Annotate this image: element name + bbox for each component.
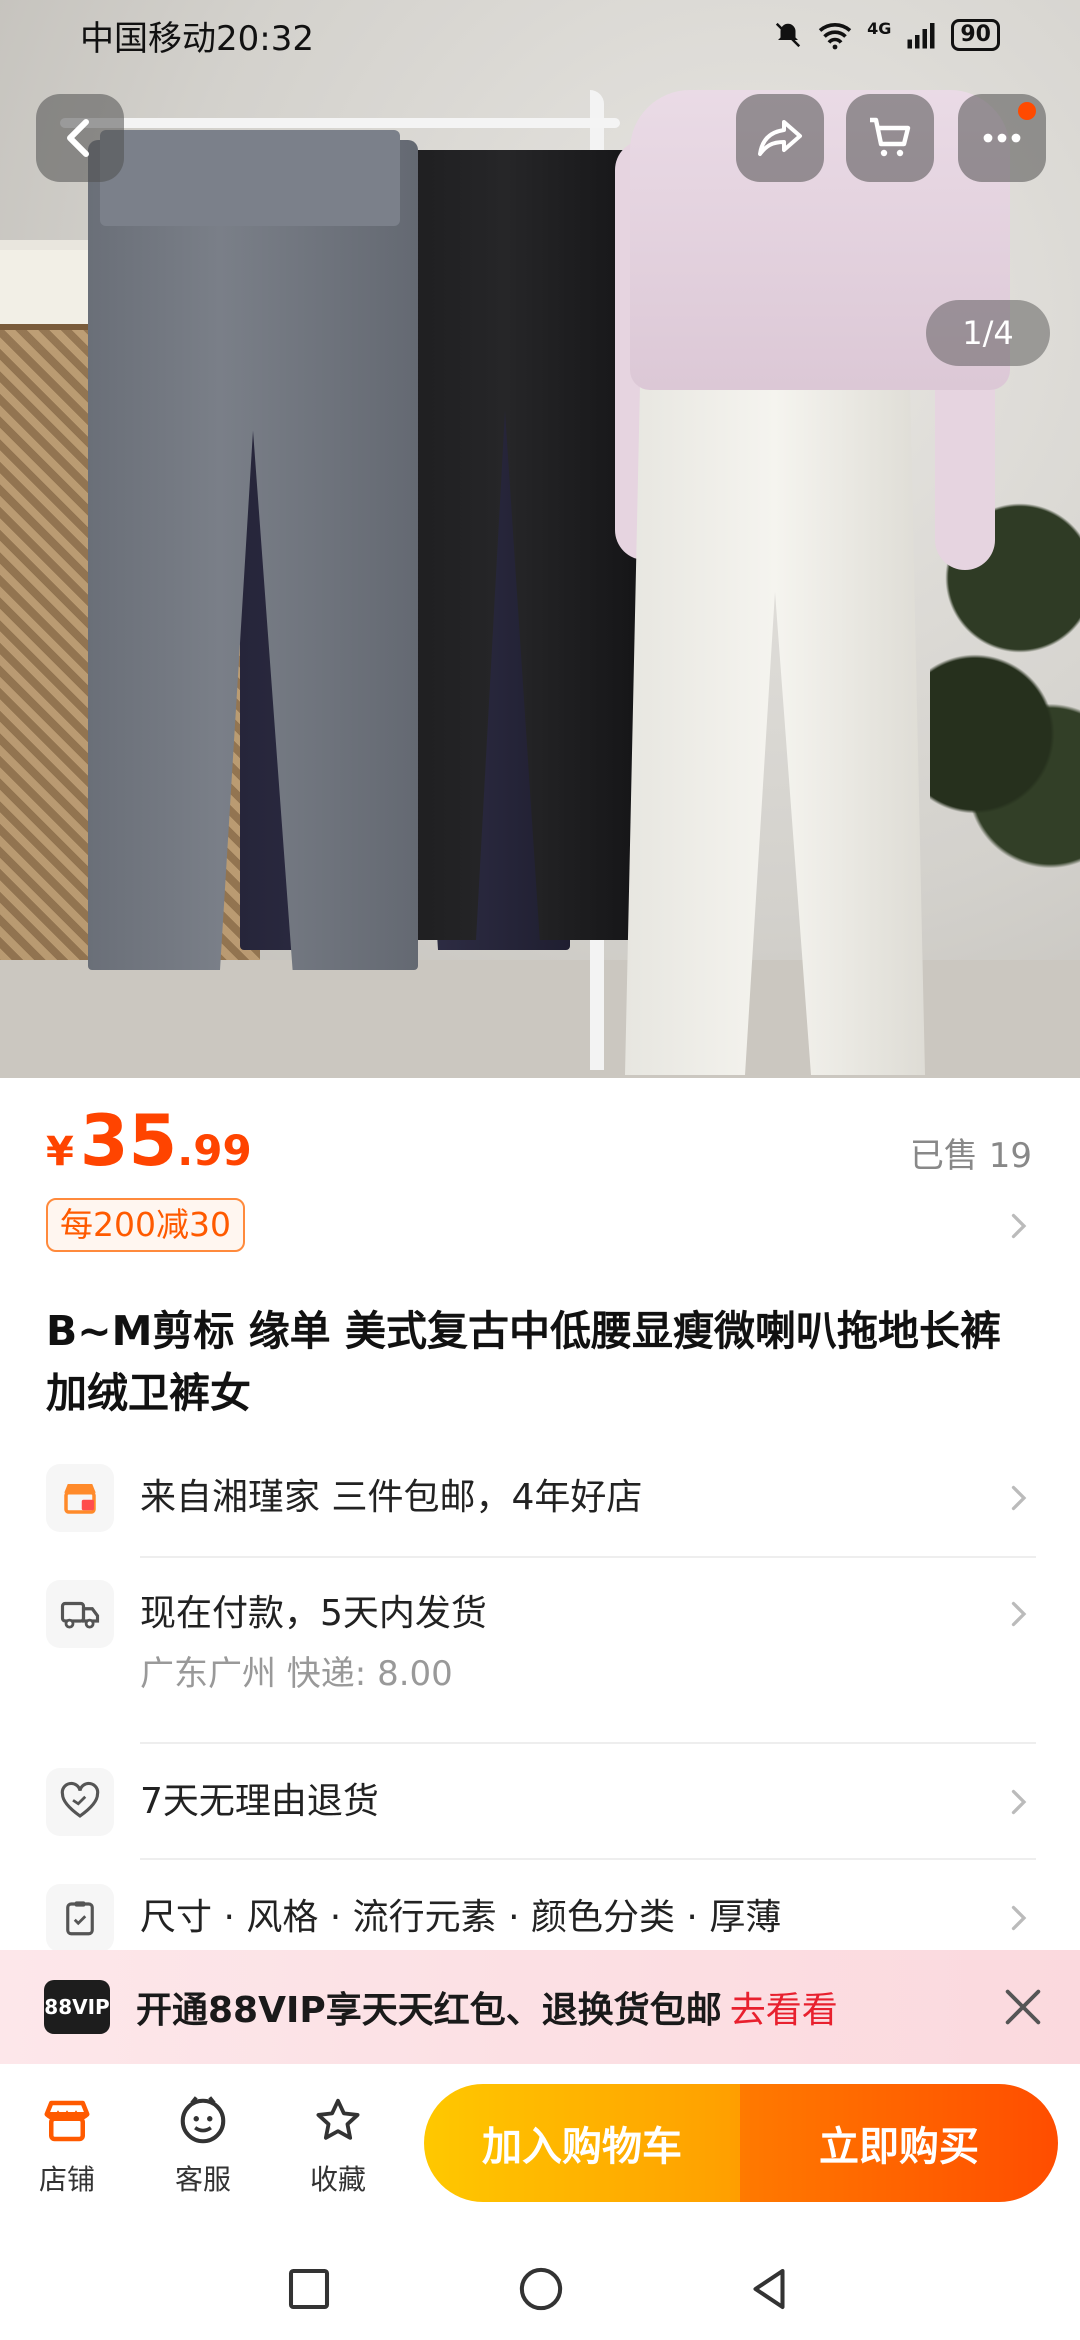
vip-badge: 88VIP [44,1980,110,2034]
service-label: 客服 [174,2163,231,2196]
share-icon [758,120,802,156]
cart-button[interactable] [846,94,934,182]
back-button[interactable] [36,94,124,182]
image-counter: 1/4 [926,300,1050,366]
more-dots-icon [983,133,1021,143]
more-button[interactable] [958,94,1046,182]
signal-icon [907,23,935,49]
star-icon [316,2098,360,2140]
chevron-right-icon [1011,1789,1027,1815]
back-triangle-icon[interactable] [742,2262,796,2316]
shop-info-row[interactable]: 来自湘瑾家 三件包邮，4年好店 [46,1464,1036,1532]
clipboard-icon [46,1884,114,1952]
recent-apps-icon[interactable] [282,2262,336,2316]
status-bar: 中国移动20:32 4G 90 [0,0,1080,70]
network-type: 4G [867,18,892,38]
favorite-button[interactable]: 收藏 [283,2094,393,2198]
shop-icon [46,1464,114,1532]
price-currency: ¥ [46,1129,74,1175]
shop-info-text: 来自湘瑾家 三件包邮，4年好店 [140,1477,643,1518]
price-integer: 35 [79,1100,178,1182]
shipping-info-row[interactable]: 现在付款，5天内发货 广东广州 快递: 8.00 [46,1580,1036,1696]
chevron-right-icon [1011,1485,1027,1511]
add-to-cart-button[interactable]: 加入购物车 [424,2084,740,2202]
shipping-origin-fee: 广东广州 快递: 8.00 [140,1654,453,1694]
chevron-right-icon[interactable] [1000,1208,1036,1244]
customer-service-button[interactable]: 客服 [148,2094,258,2198]
vip-banner-link[interactable]: 去看看 [730,1981,838,2033]
truck-icon [46,1580,114,1648]
mute-bell-icon [775,22,801,48]
chevron-right-icon [1011,1905,1027,1931]
shop-button[interactable]: 店铺 [12,2094,122,2198]
system-navigation-bar [0,2234,1080,2340]
product-title: B~M剪标 缘单 美式复古中低腰显瘦微喇叭拖地长裤加绒卫裤女 [46,1307,1001,1417]
vip-banner-text: 开通88VIP享天天红包、退换货包邮 [136,1990,722,2031]
carrier-time: 中国移动20:32 [80,18,314,59]
divider [140,1742,1036,1744]
home-icon[interactable] [514,2262,568,2316]
heart-return-icon [46,1768,114,1836]
cart-icon [870,117,911,157]
return-policy-text: 7天无理由退货 [140,1781,379,1822]
image-grey-waistband [100,130,400,226]
smiley-chat-icon [180,2096,226,2144]
shipping-info-text: 现在付款，5天内发货 [140,1593,487,1634]
vip-banner[interactable]: 88VIP 开通88VIP享天天红包、退换货包邮 去看看 [0,1950,1080,2064]
chevron-right-icon [1011,1601,1027,1627]
share-button[interactable] [736,94,824,182]
close-icon[interactable] [1000,1984,1046,2030]
return-policy-row[interactable]: 7天无理由退货 [46,1768,1036,1836]
status-icons: 4G 90 [773,19,1000,51]
purchase-buttons: 加入购物车 立即购买 [424,2084,1058,2202]
store-icon [44,2100,90,2142]
image-rack-bar [60,118,620,128]
wifi-icon [818,23,852,50]
image-books [0,250,90,330]
coupon-badge[interactable]: 每200减30 [46,1198,245,1252]
chevron-left-icon [67,119,89,157]
attributes-row[interactable]: 尺寸 · 风格 · 流行元素 · 颜色分类 · 厚薄 [46,1884,1036,1952]
divider [140,1858,1036,1860]
sold-count: 已售 19 [909,1136,1032,1176]
notification-dot [1018,102,1036,120]
price: ¥ 35 .99 [46,1100,252,1182]
buy-now-button[interactable]: 立即购买 [740,2084,1058,2202]
shop-label: 店铺 [38,2163,95,2196]
divider [140,1556,1036,1558]
favorite-label: 收藏 [309,2163,366,2196]
battery-icon: 90 [951,19,1000,51]
attributes-text: 尺寸 · 风格 · 流行元素 · 颜色分类 · 厚薄 [140,1897,782,1938]
shipping-info-text-group: 现在付款，5天内发货 广东广州 快递: 8.00 [140,1580,487,1696]
price-decimal: .99 [177,1126,252,1175]
